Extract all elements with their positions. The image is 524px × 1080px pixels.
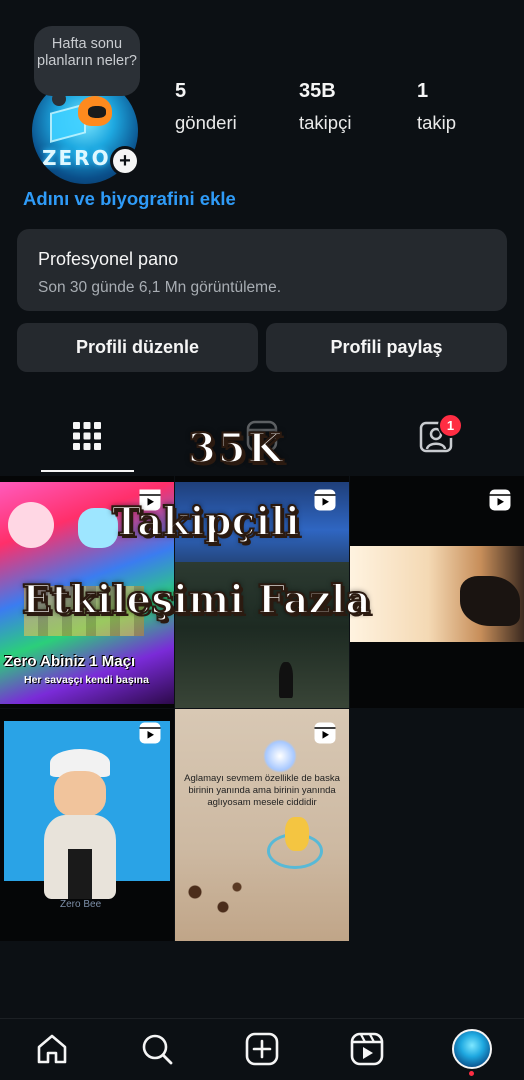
following-count[interactable]: 1 takip	[417, 80, 456, 134]
following-count-value: 1	[417, 80, 429, 102]
posts-grid: Zero Abiniz 1 Maçı Her savaşçı kendi baş…	[0, 476, 524, 941]
followers-count-label: takipçi	[299, 112, 352, 133]
note-text: Hafta sonu planların neler?	[37, 36, 137, 69]
reel-badge-icon	[489, 489, 511, 511]
profile-notification-dot	[469, 1071, 474, 1076]
reels-icon	[246, 420, 278, 452]
post-thumbnail	[0, 482, 174, 704]
nav-profile-avatar[interactable]	[452, 1029, 492, 1069]
thumbnail-decoration	[181, 877, 251, 927]
tagged-notification-badge: 1	[438, 413, 463, 438]
thumbnail-character	[78, 508, 118, 548]
professional-dashboard[interactable]: Profesyonel pano Son 30 günde 6,1 Mn gör…	[17, 229, 507, 311]
thumbnail-character	[8, 502, 54, 548]
thumbnail-character-detail	[68, 849, 92, 899]
following-count-label: takip	[417, 112, 457, 133]
nav-reels[interactable]	[349, 1031, 385, 1067]
post-tile[interactable]	[350, 476, 524, 708]
post-watermark-text: Zero Bee	[60, 899, 102, 910]
reel-badge-icon	[314, 722, 336, 744]
plus-icon: +	[113, 149, 137, 173]
nav-search[interactable]	[139, 1031, 175, 1067]
tab-posts-grid[interactable]	[67, 416, 107, 456]
reel-badge-icon	[139, 722, 161, 744]
note-bubble[interactable]: Hafta sonu planların neler?	[34, 26, 140, 96]
thumbnail-decoration	[460, 576, 520, 626]
thumbnail-character	[279, 662, 293, 698]
nav-create[interactable]	[244, 1031, 280, 1067]
grid-icon	[73, 422, 101, 450]
add-bio-link[interactable]: Adını ve biyografini ekle	[23, 188, 236, 210]
thumbnail-decoration	[24, 586, 144, 636]
post-tile[interactable]: Zero Bee	[0, 709, 174, 941]
edit-profile-button[interactable]: Profili düzenle	[17, 323, 258, 372]
tab-reels[interactable]	[242, 416, 282, 456]
thumbnail-character-head	[54, 771, 106, 817]
thumbnail-decoration	[263, 739, 297, 773]
posts-count: 5 gönderi	[175, 80, 237, 134]
active-tab-indicator	[41, 470, 134, 472]
post-thumbnail	[175, 562, 349, 708]
post-tile[interactable]	[175, 476, 349, 708]
thumbnail-character	[285, 817, 309, 851]
note-bubble-tail	[52, 92, 66, 106]
professional-dashboard-subtitle: Son 30 günde 6,1 Mn görüntüleme.	[38, 279, 282, 296]
post-tile[interactable]: Aglamayı sevmem özellikle de baska birin…	[175, 709, 349, 941]
avatar-art-character-face	[88, 106, 106, 118]
post-subtitle-text: Her savaşçı kendi başına	[24, 674, 149, 686]
followers-count-value: 35B	[299, 80, 336, 102]
reels-icon	[350, 1032, 384, 1066]
share-profile-button[interactable]: Profili paylaş	[266, 323, 507, 372]
posts-count-label: gönderi	[175, 112, 237, 133]
post-title-text: Zero Abiniz 1 Maçı	[4, 653, 136, 670]
search-icon	[142, 1034, 173, 1065]
reel-badge-icon	[139, 489, 161, 511]
create-icon	[245, 1032, 279, 1066]
add-story-button[interactable]: +	[110, 146, 140, 176]
post-caption-text: Aglamayı sevmem özellikle de baska birin…	[184, 773, 340, 808]
professional-dashboard-title: Profesyonel pano	[38, 249, 179, 269]
reel-badge-icon	[314, 489, 336, 511]
thumbnail-character	[40, 749, 120, 899]
home-icon	[37, 1034, 67, 1064]
nav-home[interactable]	[34, 1031, 70, 1067]
posts-count-value: 5	[175, 80, 187, 102]
profile-tabs: 1	[0, 400, 524, 474]
bottom-navigation	[0, 1018, 524, 1080]
post-tile[interactable]: Zero Abiniz 1 Maçı Her savaşçı kendi baş…	[0, 476, 174, 708]
followers-count[interactable]: 35B takipçi	[299, 80, 351, 134]
